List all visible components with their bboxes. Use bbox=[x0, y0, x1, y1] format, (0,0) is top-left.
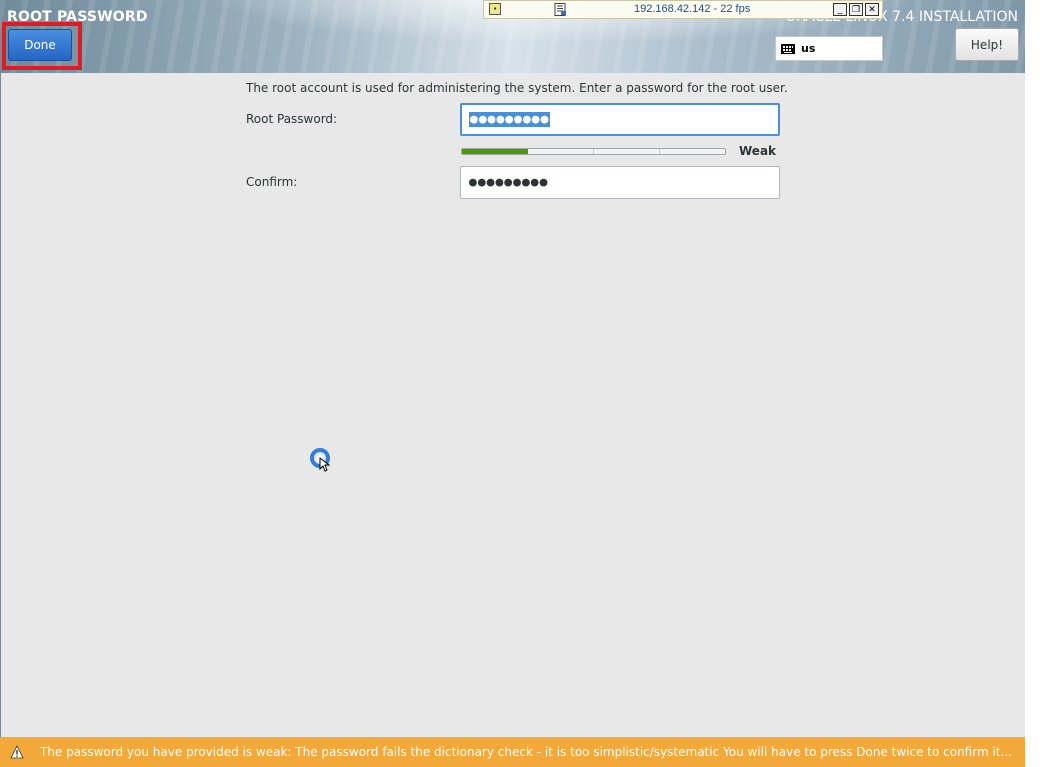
pin-icon[interactable]: ▪ bbox=[489, 3, 501, 15]
keyboard-icon bbox=[781, 43, 795, 54]
root-password-input[interactable]: ●●●●●●●●● bbox=[460, 103, 780, 136]
warning-bar: The password you have provided is weak: … bbox=[0, 737, 1025, 767]
confirm-password-input[interactable]: ●●●●●●●●● bbox=[460, 166, 780, 199]
root-password-label: Root Password: bbox=[246, 112, 338, 126]
meter-segment bbox=[594, 149, 660, 154]
password-strength-meter bbox=[461, 148, 726, 155]
done-button[interactable]: Done bbox=[8, 29, 72, 61]
confirm-label: Confirm: bbox=[246, 175, 298, 189]
close-button[interactable]: ✕ bbox=[865, 3, 879, 16]
minimize-button[interactable]: _ bbox=[833, 3, 847, 16]
keyboard-layout-label: us bbox=[801, 42, 816, 55]
warning-message: The password you have provided is weak: … bbox=[40, 745, 1012, 759]
confirm-password-value: ●●●●●●●●● bbox=[469, 175, 549, 190]
root-password-value: ●●●●●●●●● bbox=[469, 112, 551, 127]
help-button[interactable]: Help! bbox=[955, 28, 1019, 61]
vnc-connection-title: 192.168.42.142 - 22 fps bbox=[634, 3, 751, 15]
connection-properties-icon[interactable] bbox=[554, 3, 567, 16]
meter-segment bbox=[660, 149, 725, 154]
meter-segment bbox=[528, 149, 594, 154]
intro-text: The root account is used for administeri… bbox=[246, 81, 788, 95]
vnc-toolbar: ▪ 192.168.42.142 - 22 fps _ ❐ ✕ bbox=[483, 0, 883, 19]
strength-label: Weak bbox=[739, 144, 777, 158]
window-gutter bbox=[1025, 0, 1043, 767]
busy-cursor-icon bbox=[310, 448, 331, 472]
keyboard-layout-indicator[interactable]: us bbox=[775, 36, 883, 61]
warning-icon bbox=[10, 745, 24, 759]
strength-meter-fill bbox=[462, 149, 528, 154]
restore-button[interactable]: ❐ bbox=[849, 3, 863, 16]
